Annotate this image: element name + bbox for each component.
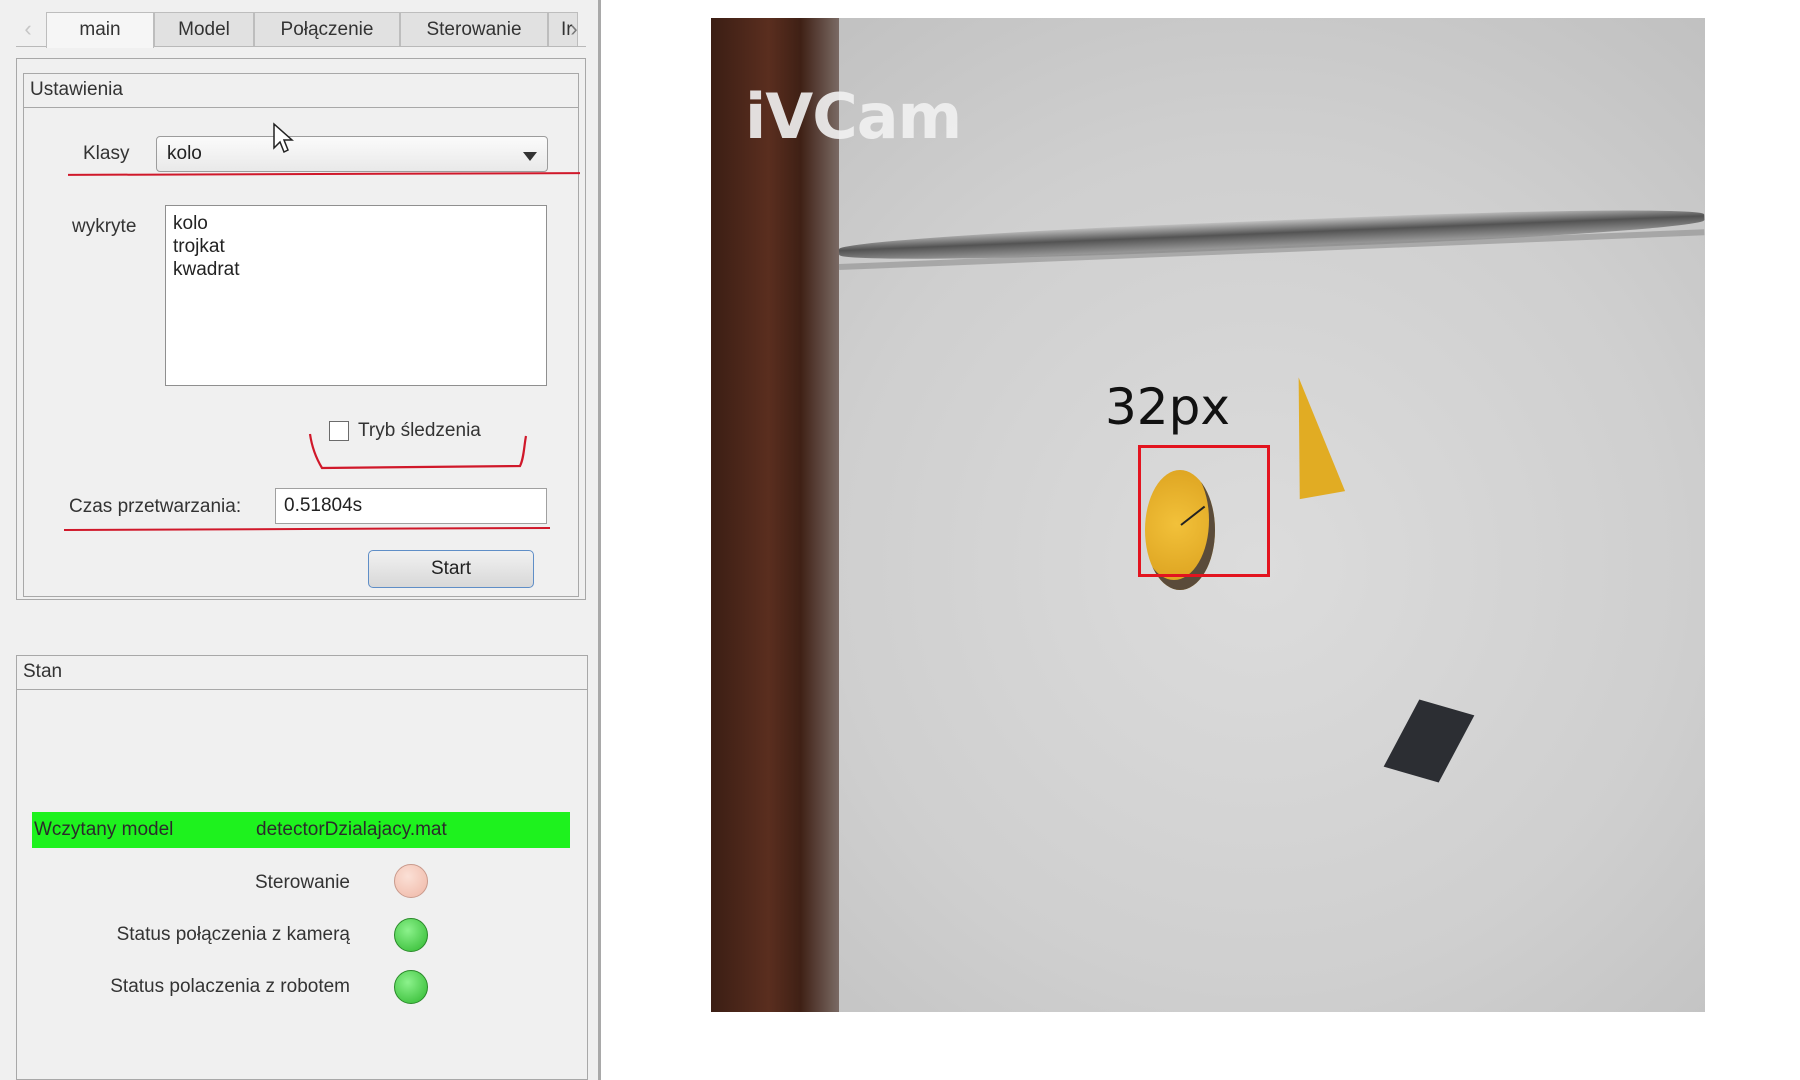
tab-polaczenie[interactable]: Połączenie: [254, 12, 400, 46]
status-lamp-robot: [394, 970, 428, 1004]
square-object: [1383, 699, 1475, 783]
camera-wood-edge: [711, 18, 839, 1012]
list-item[interactable]: kwadrat: [173, 258, 539, 281]
classes-dropdown[interactable]: kolo: [156, 136, 548, 172]
status-lamp-camera: [394, 918, 428, 952]
tab-main[interactable]: main: [46, 12, 154, 48]
detection-bounding-box: [1138, 445, 1270, 577]
model-label: Wczytany model: [34, 819, 174, 840]
chevron-down-icon: [523, 152, 537, 161]
detected-label: wykryte: [72, 216, 137, 237]
camera-watermark: iVCam: [745, 80, 962, 153]
indicator-label-robot: Status polaczenia z robotem: [110, 976, 350, 997]
classes-label: Klasy: [83, 143, 130, 164]
detection-label: 32px: [1105, 378, 1230, 436]
detected-list[interactable]: kolo trojkat kwadrat: [165, 205, 547, 386]
classes-selected-value: kolo: [167, 143, 202, 164]
status-title: Stan: [17, 656, 587, 690]
tab-scroll-left-icon[interactable]: ‹: [16, 16, 40, 46]
settings-title: Ustawienia: [24, 74, 578, 108]
tab-sterowanie[interactable]: Sterowanie: [400, 12, 548, 46]
mouse-cursor-icon: [273, 122, 294, 154]
tab-scroll-right-icon[interactable]: ›: [562, 16, 586, 46]
triangle-object: [1278, 372, 1346, 500]
start-button[interactable]: Start: [368, 550, 534, 588]
status-lamp-sterowanie: [394, 864, 428, 898]
tab-model[interactable]: Model: [154, 12, 254, 46]
processing-time-field[interactable]: 0.51804s: [275, 488, 547, 524]
indicator-label-camera: Status połączenia z kamerą: [116, 924, 350, 945]
camera-view: iVCam 32px: [711, 18, 1705, 1012]
status-panel: Stan: [16, 655, 588, 1080]
list-item[interactable]: trojkat: [173, 235, 539, 258]
processing-time-label: Czas przetwarzania:: [69, 496, 242, 517]
list-item[interactable]: kolo: [173, 212, 539, 235]
tab-bar: ‹ main Model Połączenie Sterowanie Ir ›: [16, 12, 586, 48]
model-value: detectorDzialajacy.mat: [256, 819, 447, 840]
control-panel: ‹ main Model Połączenie Sterowanie Ir › …: [0, 0, 601, 1080]
annotation-bracket: [308, 433, 528, 470]
indicator-label-sterowanie: Sterowanie: [254, 872, 350, 893]
model-status-bar: Wczytany model detectorDzialajacy.mat: [32, 812, 570, 848]
